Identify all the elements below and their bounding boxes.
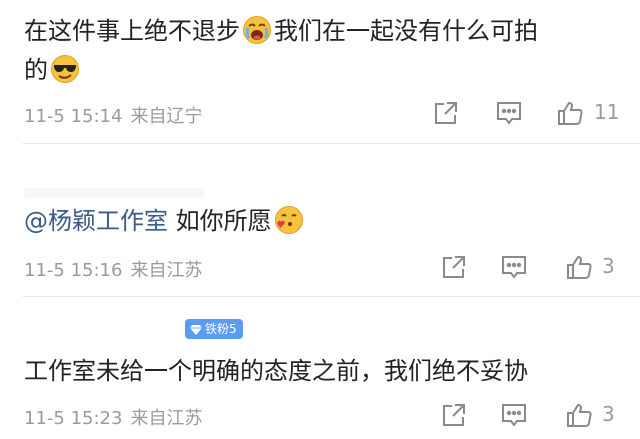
comment-location: 来自江苏	[130, 408, 203, 429]
comment-item: 在这件事上绝不退步 我们在一起没有什么可拍 的 11-5 15:14 来自辽宁 11	[0, 0, 640, 143]
fan-level-badge: 铁粉5	[185, 319, 243, 339]
comment-meta: 11-5 15:23 来自江苏	[24, 404, 202, 430]
comment-time: 11-5 15:14	[24, 106, 123, 127]
like-count: 3	[602, 254, 615, 278]
comment-text: 工作室未给一个明确的态度之前，我们绝不妥协	[24, 352, 528, 390]
diamond-icon	[190, 325, 202, 335]
comment-icon[interactable]	[495, 99, 523, 127]
thumbs-up-icon[interactable]	[565, 253, 593, 281]
comment-meta: 11-5 15:16 来自江苏	[24, 256, 202, 282]
blowing-kiss-emoji-icon	[274, 205, 304, 246]
thumbs-up-icon[interactable]	[556, 99, 584, 127]
comment-location: 来自江苏	[130, 260, 203, 281]
comment-text-part: 我们在一起没有什么可拍	[274, 17, 538, 45]
comment-item: 铁粉5 工作室未给一个明确的态度之前，我们绝不妥协 11-5 15:23 来自江苏…	[0, 297, 640, 439]
comment-icon[interactable]	[500, 253, 528, 281]
crying-loudly-emoji-icon	[242, 15, 272, 56]
comment-time: 11-5 15:16	[24, 260, 123, 281]
comment-item: @杨颖工作室 如你所愿 11-5 15:16 来自江苏 3	[0, 144, 640, 296]
comment-text: @杨颖工作室 如你所愿	[24, 202, 306, 246]
comment-location: 来自辽宁	[130, 106, 203, 127]
comment-time: 11-5 15:23	[24, 408, 123, 429]
comment-icon[interactable]	[500, 401, 528, 429]
share-icon[interactable]	[440, 253, 468, 281]
comment-text-part: 工作室未给一个明确的态度之前，我们绝不妥协	[24, 357, 528, 385]
badge-label: 铁粉5	[205, 322, 237, 336]
comment-text: 在这件事上绝不退步 我们在一起没有什么可拍	[24, 12, 538, 56]
thumbs-up-icon[interactable]	[565, 401, 593, 429]
comment-text-part: 如你所愿	[175, 207, 272, 235]
mention-link[interactable]: @杨颖工作室	[24, 207, 168, 235]
comment-text-part: 的	[24, 56, 48, 84]
like-count: 3	[602, 402, 615, 426]
like-count: 11	[594, 100, 620, 124]
comment-meta: 11-5 15:14 来自辽宁	[24, 102, 202, 128]
share-icon[interactable]	[440, 401, 468, 429]
comment-text-part: 在这件事上绝不退步	[24, 17, 240, 45]
placeholder-line	[24, 188, 204, 198]
comment-text-continued: 的	[24, 51, 82, 95]
share-icon[interactable]	[432, 99, 460, 127]
cool-sunglasses-emoji-icon	[50, 54, 80, 95]
